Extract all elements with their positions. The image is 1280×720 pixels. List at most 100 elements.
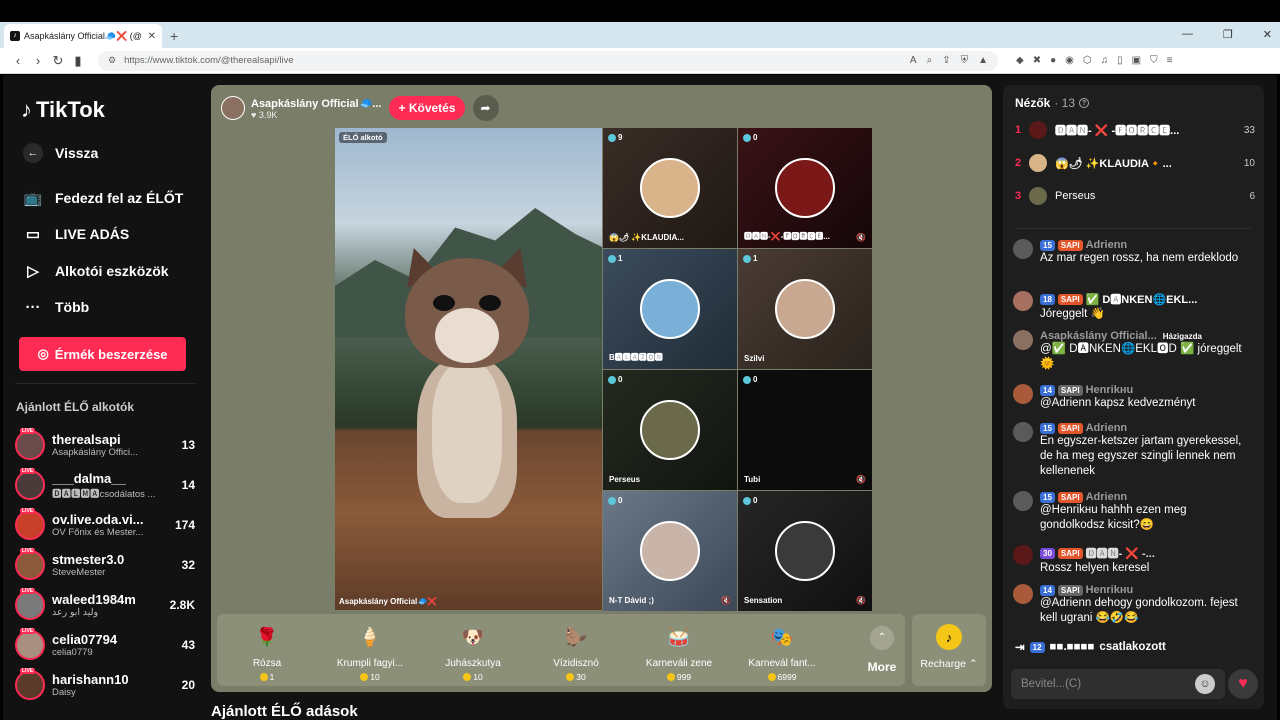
cat-eye	[433, 295, 455, 311]
sender-name[interactable]: 🅳🅰🅽- ❌ -...	[1086, 545, 1155, 561]
gift-ice-cream[interactable]: 🍦 Krumpli fagyi... 10	[322, 622, 418, 683]
host-name[interactable]: Asapkáslány Official🧢...	[251, 97, 381, 110]
nav-go-live[interactable]: ▭ LIVE ADÁS	[23, 224, 129, 244]
window-controls: — ❐ ✕	[1182, 28, 1272, 41]
host-avatar[interactable]	[221, 96, 245, 120]
guest-name: Perseus	[609, 475, 641, 484]
gift-name: Rózsa	[252, 658, 282, 669]
creator-item[interactable]: LIVE waleed1984m وليد ابو رعد 2.8K	[15, 587, 195, 623]
guest-tile[interactable]: 0 Perseus	[603, 370, 737, 490]
extension-icon[interactable]: ●	[1050, 55, 1056, 66]
main-video[interactable]: ÉLŐ alkotó Asapkáslány Official🧢❌	[335, 128, 602, 610]
more-gifts-button[interactable]: ⌃ More	[857, 626, 907, 674]
back-link[interactable]: ← Vissza	[23, 143, 98, 163]
zoom-icon[interactable]: ⌕	[927, 55, 933, 66]
share-button[interactable]: ➦	[472, 95, 499, 121]
url-field[interactable]: ⚙ https://www.tiktok.com/@therealsapi/li…	[98, 50, 998, 71]
viewer-icon	[743, 375, 751, 384]
guest-tile[interactable]: 0 Tubi 🔇	[738, 370, 872, 490]
like-button[interactable]: ♥	[1228, 669, 1258, 699]
sender-name[interactable]: Adrienn	[1086, 422, 1128, 434]
sidebar-icon[interactable]: ▯	[1117, 55, 1123, 66]
creator-item[interactable]: LIVE therealsapi Asapkáslány Offici... 13	[15, 427, 195, 463]
screen-top-bar	[0, 0, 1280, 22]
gift-carnival-fantasy[interactable]: 🎭 Karnevál fant... 6999	[734, 622, 830, 683]
sender-name[interactable]: Henrikнu	[1086, 584, 1134, 596]
extension-icon[interactable]: ✖	[1033, 55, 1041, 66]
menu-icon[interactable]: ≡	[1167, 55, 1173, 66]
creator-item[interactable]: LIVE celia07794 celia0779 43	[15, 627, 195, 663]
nav-creator-tools[interactable]: ▷ Alkotói eszközök	[23, 261, 168, 281]
minimize-icon[interactable]: —	[1182, 28, 1193, 41]
help-icon[interactable]: ?	[1079, 98, 1090, 108]
host-bar: Asapkáslány Official🧢... ♥ 3.9K + Követé…	[221, 95, 499, 121]
nav-explore-live[interactable]: 📺 Fedezd fel az ÉLŐT	[23, 188, 184, 208]
guest-count: 1	[608, 254, 622, 263]
maximize-icon[interactable]: ❐	[1223, 28, 1233, 41]
top-viewer[interactable]: 2 😱🌶 ✨KLAUDIA🔸... 10	[1015, 152, 1255, 174]
gift-capybara[interactable]: 🦫 Vízidisznó 30	[528, 622, 624, 683]
sender-name[interactable]: Henrikнu	[1086, 384, 1134, 396]
tiktok-logo[interactable]: ♪ TikTok	[21, 97, 105, 123]
chat-input[interactable]: Bevitel...(C) ☺	[1011, 669, 1225, 699]
vpn-icon[interactable]: ⛉	[1150, 55, 1158, 66]
chat-message: Asapkáslány Official... Házigazda @✅ D🅰NK…	[1013, 330, 1253, 372]
share-page-icon[interactable]: ⇪	[942, 55, 950, 66]
reload-icon[interactable]: ↻	[48, 53, 68, 69]
top-viewer[interactable]: 3 Perseus 6	[1015, 185, 1255, 207]
emoji-icon[interactable]: ☺	[1195, 674, 1215, 694]
creator-item[interactable]: LIVE stmester3.0 SteveMester 32	[15, 547, 195, 583]
forward-arrow-icon[interactable]: ›	[28, 53, 48, 68]
site-info-icon[interactable]: ⚙	[108, 55, 116, 66]
recharge-button[interactable]: ♪ Recharge ⌃	[912, 614, 986, 686]
extensions-bar: ◆ ✖ ● ◉ ⬡ ♫ ▯ ▣ ⛉ ≡	[1016, 55, 1172, 66]
top-viewer[interactable]: 1 🅳🅰🅽- ❌ -🅵🅾🆁🅲🅴... 33	[1015, 119, 1255, 141]
level-badge: 12	[1029, 641, 1045, 653]
music-icon[interactable]: ♫	[1101, 55, 1109, 66]
guest-tile[interactable]: 0 🅳🅰🅽-❌-🅵🅾🆁🅲🅴... 🔇	[738, 128, 872, 248]
extension-icon[interactable]: ◉	[1065, 55, 1074, 66]
viewers-count: · 13	[1054, 96, 1076, 110]
count-value: 1	[753, 254, 758, 263]
sender-name[interactable]: Adrienn	[1086, 491, 1128, 503]
guest-tile[interactable]: 9 😱🌶 ✨KLAUDIA...	[603, 128, 737, 248]
brave-shield-icon[interactable]: ⛨	[961, 55, 969, 66]
extension-icon[interactable]: ◆	[1016, 55, 1024, 66]
back-arrow-icon[interactable]: ‹	[8, 53, 28, 68]
nav-more[interactable]: ··· Több	[23, 297, 90, 317]
creator-item[interactable]: LIVE ___dalma__ 🅳🅰🅻🅼🅰csodálatos ... 14	[15, 467, 195, 503]
gift-dog[interactable]: 🐶 Juhászkutya 10	[425, 622, 521, 683]
guest-tile[interactable]: 1 Szilvi	[738, 249, 872, 369]
browser-tab[interactable]: ♪ Asapkáslány Official🧢❌ (@ ✕	[4, 24, 162, 48]
guest-tile[interactable]: 0 Sensation 🔇	[738, 491, 872, 611]
creator-item[interactable]: LIVE harishann10 Daisy 20	[15, 667, 195, 703]
rewards-icon[interactable]: ▲	[978, 55, 988, 66]
bookmark-icon[interactable]: ▮	[68, 53, 88, 69]
gift-rose[interactable]: 🌹 Rózsa 1	[219, 622, 315, 683]
level-badge: 14	[1040, 584, 1055, 596]
avatar	[1013, 545, 1033, 565]
translate-icon[interactable]: A	[910, 55, 917, 66]
divider	[1015, 228, 1251, 229]
extension-icon[interactable]: ⬡	[1083, 55, 1092, 66]
sender-name[interactable]: ✅ D🅰NKEN🌐EKL...	[1086, 291, 1198, 307]
get-coins-button[interactable]: ◎ Érmék beszerzése	[19, 337, 186, 371]
creator-item[interactable]: LIVE ov.live.oda.vi... OV Főnix és Mester…	[15, 507, 195, 543]
guest-tile[interactable]: 1 B🅰🅻🅰🆉🅾🅽	[603, 249, 737, 369]
sender-name[interactable]: Adrienn	[1086, 239, 1128, 251]
guest-tile[interactable]: 0 N-T Dávid ;) 🔇	[603, 491, 737, 611]
wallet-icon[interactable]: ▣	[1132, 55, 1141, 66]
guest-name: Szilvi	[744, 354, 765, 363]
gift-name: Karneváli zene	[645, 658, 713, 669]
mask-icon: 🎭	[770, 626, 794, 647]
sender-name[interactable]: Asapkáslány Official...	[1040, 330, 1157, 342]
close-window-icon[interactable]: ✕	[1263, 28, 1272, 41]
follow-button[interactable]: + Követés	[389, 96, 465, 120]
cat-chest	[432, 363, 502, 503]
gift-carnival-music[interactable]: 🥁 Karneváli zene 999	[631, 622, 727, 683]
tiktok-page: ♪ TikTok ← Vissza 📺 Fedezd fel az ÉLŐT ▭…	[3, 75, 1277, 720]
new-tab-icon[interactable]: +	[170, 28, 178, 44]
viewers-title: Nézők	[1015, 96, 1051, 110]
coin-icon	[666, 673, 675, 681]
close-tab-icon[interactable]: ✕	[148, 31, 156, 42]
